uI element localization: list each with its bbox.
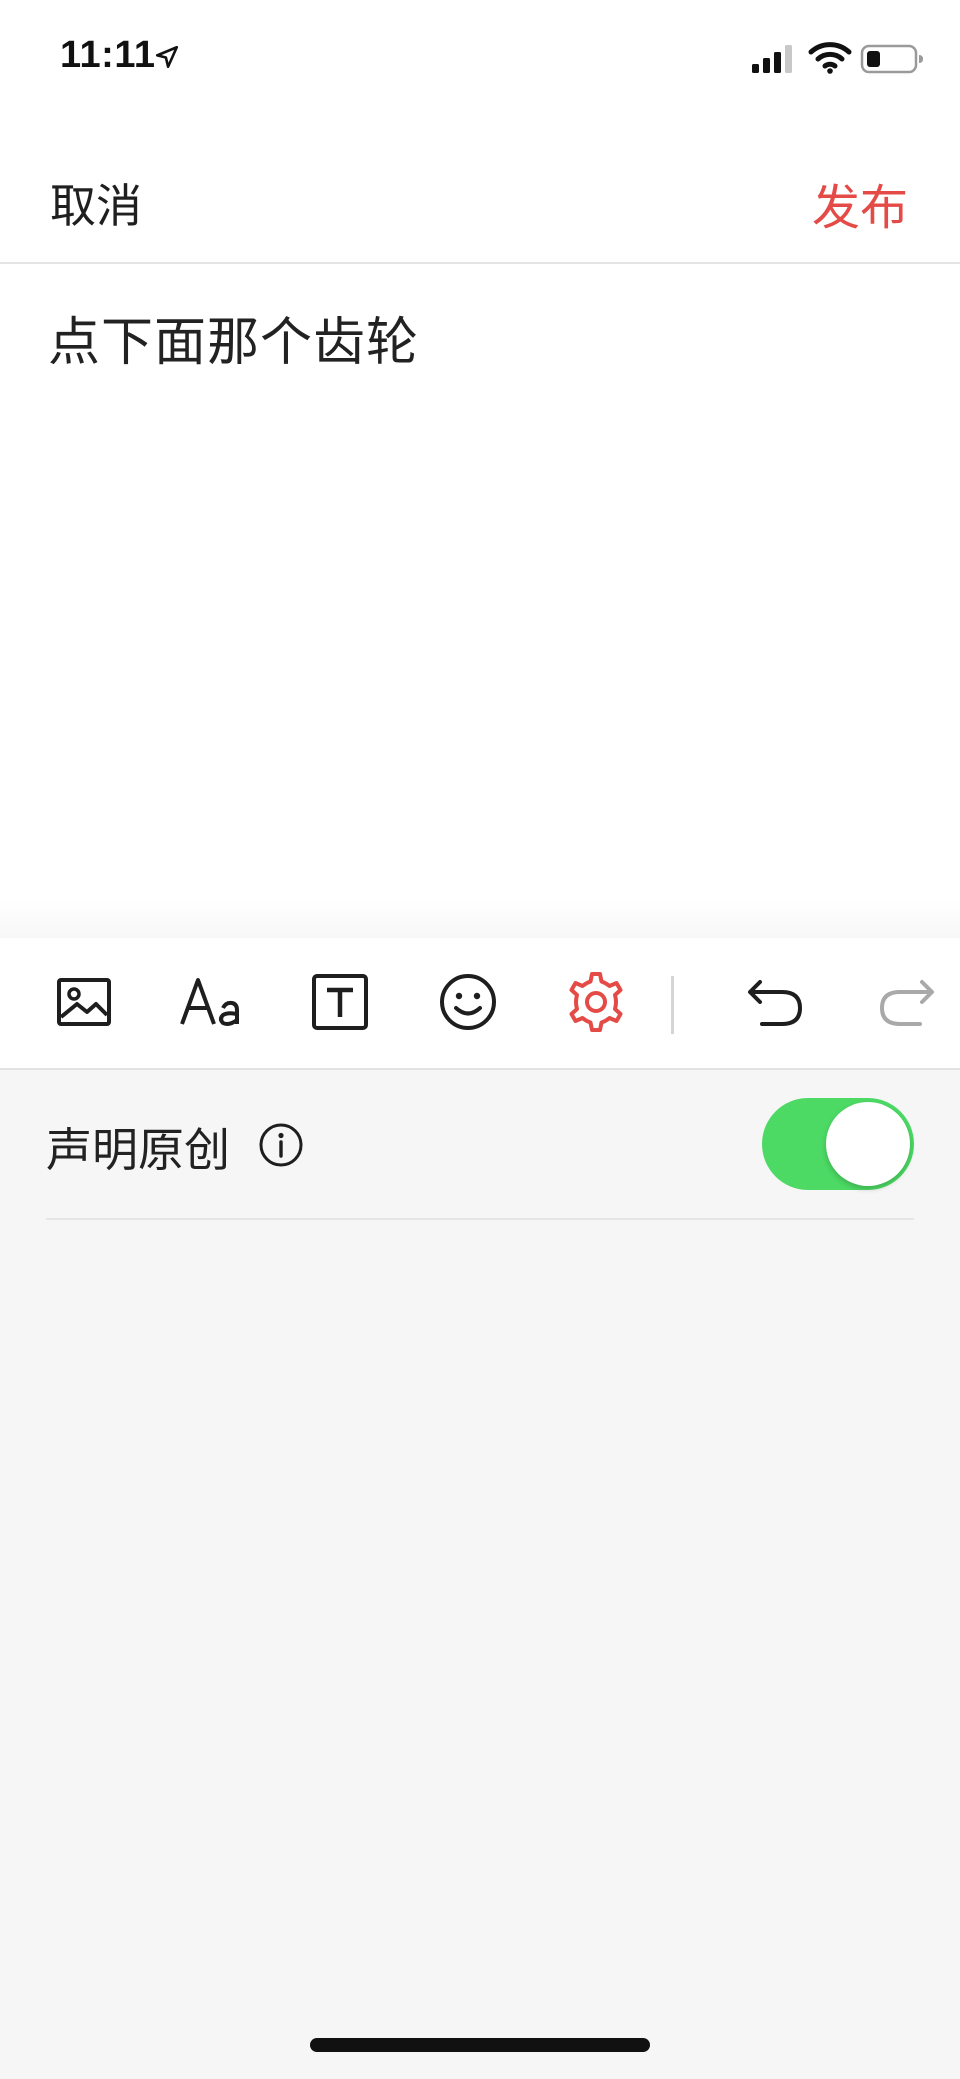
text-box-icon bbox=[312, 974, 368, 1030]
cellular-signal-icon bbox=[752, 45, 792, 73]
cancel-button[interactable]: 取消 bbox=[50, 170, 142, 236]
redo-button[interactable] bbox=[872, 968, 940, 1036]
undo-icon bbox=[748, 980, 803, 1026]
original-declaration-toggle[interactable] bbox=[762, 1098, 914, 1190]
home-indicator bbox=[310, 2038, 650, 2052]
text-box-button[interactable] bbox=[306, 968, 374, 1036]
info-icon[interactable] bbox=[258, 1122, 304, 1168]
nav-bar: 取消 发布 bbox=[0, 150, 960, 264]
settings-panel: 声明原创 bbox=[0, 1070, 960, 2079]
status-time: 11:11 bbox=[60, 34, 156, 76]
emoji-button[interactable] bbox=[434, 968, 502, 1036]
font-style-icon bbox=[180, 978, 239, 1026]
image-icon bbox=[57, 978, 111, 1026]
editor-toolbar bbox=[0, 938, 960, 1070]
toggle-knob bbox=[826, 1102, 910, 1186]
location-arrow-icon bbox=[155, 45, 179, 69]
battery-icon bbox=[860, 44, 923, 74]
post-editor[interactable]: 点下面那个齿轮 bbox=[0, 264, 960, 914]
original-declaration-row: 声明原创 bbox=[46, 1070, 914, 1220]
editor-screen: 11:11 取消 发布 点下面那个齿轮 声明原创 bbox=[0, 0, 960, 2079]
wifi-icon bbox=[808, 42, 852, 74]
settings-gear-button[interactable] bbox=[562, 968, 630, 1036]
insert-image-button[interactable] bbox=[50, 968, 118, 1036]
redo-icon bbox=[879, 980, 934, 1026]
font-style-button[interactable] bbox=[176, 968, 244, 1036]
editor-shadow-divider bbox=[0, 900, 960, 940]
undo-button[interactable] bbox=[742, 968, 810, 1036]
publish-button[interactable]: 发布 bbox=[812, 168, 908, 238]
settings-gear-icon bbox=[569, 972, 623, 1032]
toolbar-divider bbox=[671, 976, 674, 1034]
original-declaration-label: 声明原创 bbox=[46, 1123, 230, 1177]
emoji-icon bbox=[440, 974, 496, 1030]
post-content-text[interactable]: 点下面那个齿轮 bbox=[48, 300, 419, 375]
status-bar: 11:11 bbox=[0, 0, 960, 120]
